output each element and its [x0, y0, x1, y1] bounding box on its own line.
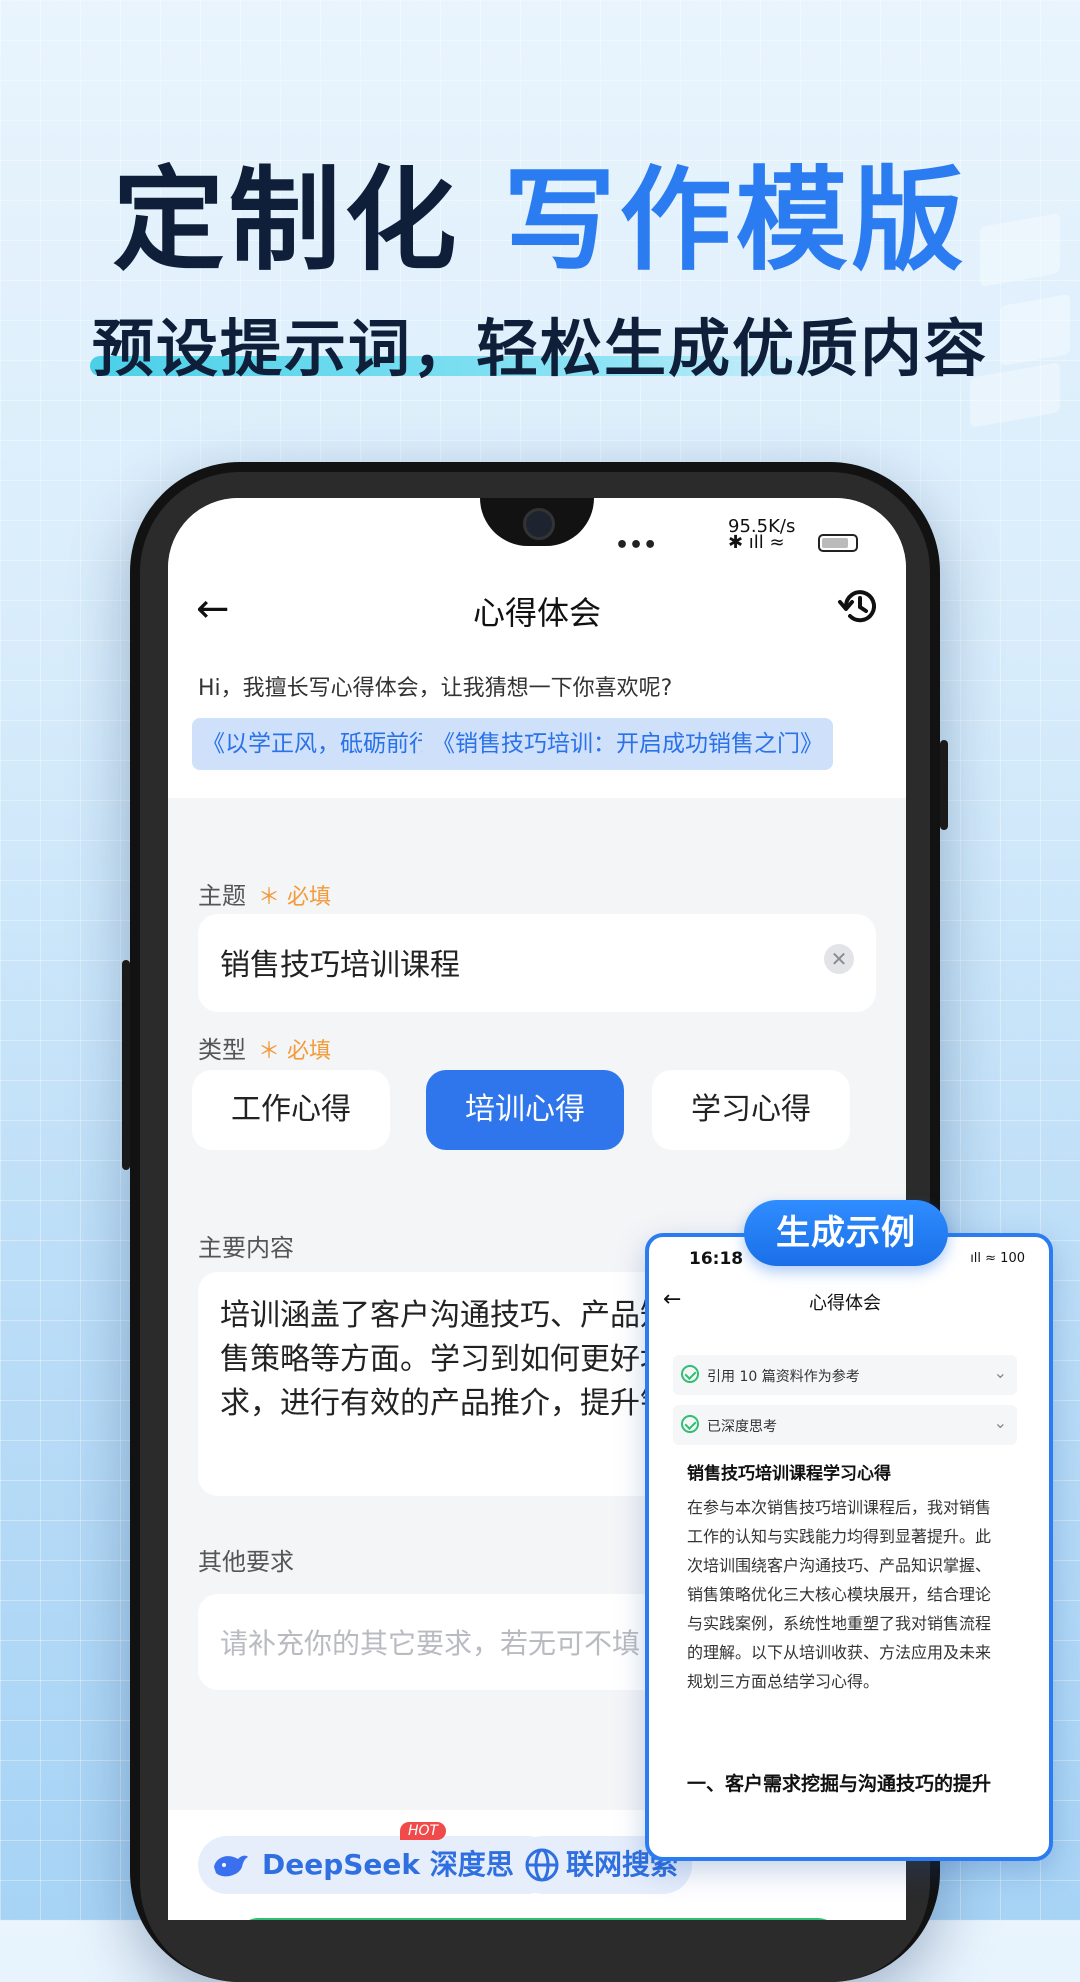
whale-icon: [214, 1855, 248, 1877]
history-icon[interactable]: [836, 582, 884, 630]
example-thinking-row: 已深度思考 ⌄: [673, 1405, 1017, 1445]
example-heading: 销售技巧培训课程学习心得: [687, 1464, 891, 1484]
clear-icon[interactable]: ✕: [824, 944, 854, 974]
status-dots: •••: [615, 533, 658, 558]
topic-required-mark: ＊ 必填: [258, 885, 331, 910]
example-body: 在参与本次销售技巧培训课程后，我对销售工作的认知与实践能力均得到显著提升。此次培…: [687, 1498, 992, 1691]
content-label: 主要内容: [198, 1234, 294, 1262]
example-reference-row: 引用 10 篇资料作为参考 ⌄: [673, 1355, 1017, 1395]
topic-input[interactable]: 销售技巧培训课程 ✕: [198, 914, 876, 1012]
type-label-text: 类型: [198, 1036, 246, 1064]
type-option-training[interactable]: 培训心得: [426, 1070, 624, 1150]
example-title: 心得体会: [809, 1293, 881, 1314]
hot-badge: HOT: [400, 1822, 447, 1840]
other-label: 其他要求: [198, 1548, 294, 1576]
promo-headline: 定制化 写作模版: [0, 130, 1080, 292]
topic-value: 销售技巧培训课程: [220, 948, 460, 983]
type-option-work[interactable]: 工作心得: [192, 1070, 390, 1150]
example-status-icons: ıll ≈ 100: [970, 1251, 1025, 1266]
promo-subline: 预设提示词，轻松生成优质内容: [90, 298, 990, 388]
topic-label: 主题 ＊ 必填: [198, 876, 331, 911]
chevron-down-icon: ⌄: [993, 1413, 1007, 1432]
example-section-title: 一、客户需求挖掘与沟通技巧的提升: [687, 1773, 992, 1795]
signal-wifi-icons: ✱ ıll ≈: [728, 532, 785, 553]
example-preview-card: 16:18 ıll ≈ 100 ← 心得体会 引用 10 篇资料作为参考 ⌄ 已…: [645, 1233, 1053, 1861]
page-title: 心得体会: [472, 594, 601, 632]
suggestion-chip-2[interactable]: 《销售技巧培训：开启成功销售之门》: [422, 718, 833, 770]
headline-dark-text: 定制化: [112, 156, 504, 286]
deepseek-toggle-button[interactable]: DeepSeek 深度思考: [198, 1836, 556, 1894]
chevron-down-icon: ⌄: [993, 1363, 1007, 1382]
front-camera: [523, 508, 555, 540]
other-placeholder: 请补充你的其它要求，若无可不填: [220, 1627, 641, 1660]
check-circle-icon: [681, 1415, 699, 1433]
greeting-text: Hi，我擅长写心得体会，让我猜想一下你喜欢呢?: [198, 676, 673, 701]
example-thinking-text: 已深度思考: [707, 1419, 777, 1435]
subline-text: 预设提示词，轻松生成优质内容: [91, 312, 988, 385]
globe-icon: [525, 1848, 559, 1882]
battery-icon: [818, 534, 858, 552]
example-time: 16:18: [689, 1249, 744, 1269]
type-label: 类型 ＊ 必填: [198, 1030, 331, 1065]
check-circle-icon: [681, 1365, 699, 1383]
example-reference-text: 引用 10 篇资料作为参考: [707, 1369, 860, 1385]
phone-power-button: [940, 740, 948, 830]
deepseek-label: DeepSeek 深度思考: [262, 1848, 542, 1881]
headline-blue-text: 写作模版: [503, 156, 968, 286]
phone-volume-button: [122, 960, 130, 1170]
example-badge: 生成示例: [744, 1200, 948, 1266]
type-required-mark: ＊ 必填: [258, 1039, 331, 1064]
type-option-study[interactable]: 学习心得: [652, 1070, 850, 1150]
topic-label-text: 主题: [198, 882, 246, 910]
